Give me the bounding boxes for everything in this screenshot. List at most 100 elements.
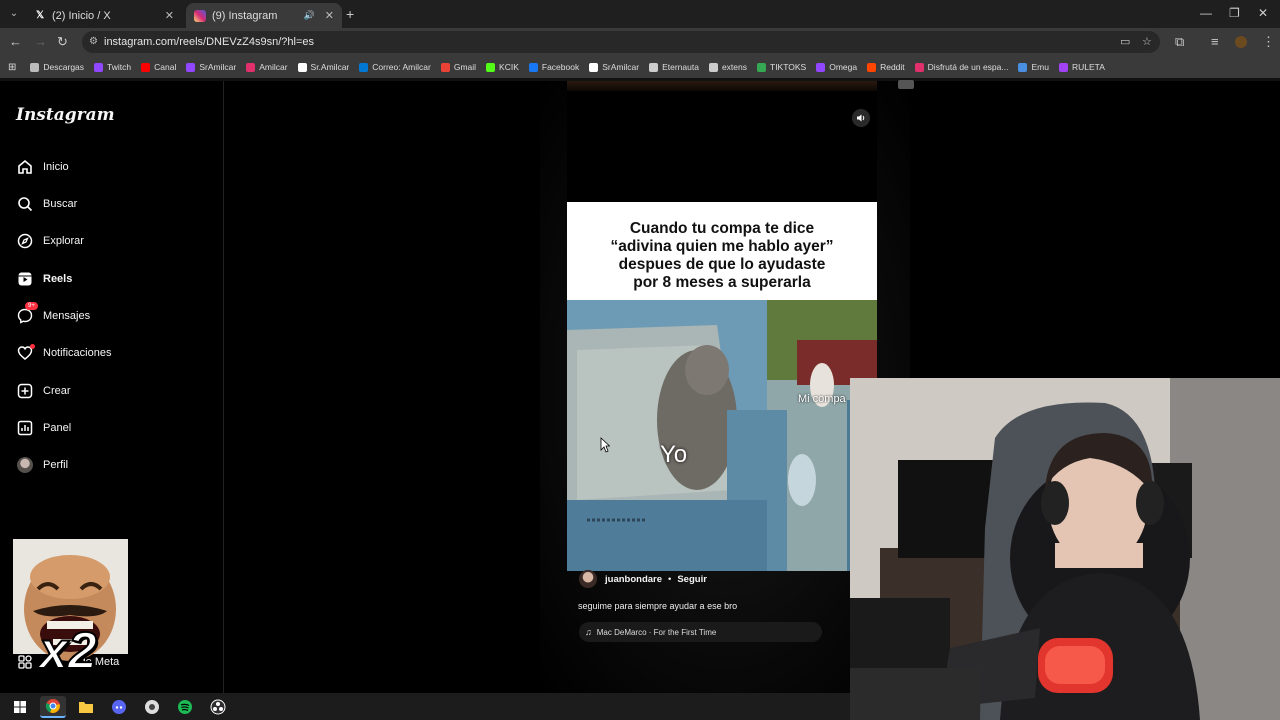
url-text: instagram.com/reels/DNEVzZ4s9sn/?hl=es xyxy=(104,36,314,48)
bookmark-item[interactable]: TIKTOKS xyxy=(757,62,806,72)
search-icon xyxy=(16,195,34,213)
nav-label: Mensajes xyxy=(43,310,91,322)
reel-author-row: juanbondare • Seguir xyxy=(579,570,707,588)
bookmark-item[interactable]: RULETA xyxy=(1058,62,1105,72)
tab-search-chevron-icon[interactable]: ⌄ xyxy=(6,6,22,22)
chrome-taskbar-icon[interactable] xyxy=(40,695,66,718)
overlay-label-yo: Yo xyxy=(660,441,688,468)
tab-label: (9) Instagram xyxy=(212,9,278,22)
bookmark-item[interactable]: SrAmilcar xyxy=(186,62,236,72)
tab-label: (2) Inicio / X xyxy=(52,9,111,22)
bookmark-item[interactable]: KCIK xyxy=(486,62,519,72)
bookmark-favicon-icon xyxy=(708,62,718,72)
bookmark-item[interactable]: Disfrutá de un espa... xyxy=(914,62,1008,72)
instagram-icon xyxy=(194,9,206,22)
nav-panel[interactable]: Panel xyxy=(16,418,71,438)
messenger-icon: 9+ xyxy=(16,302,38,325)
bookmark-star-icon[interactable]: ☆ xyxy=(1142,35,1152,48)
bookmark-item[interactable]: Sr.Amilcar xyxy=(297,62,350,72)
bookmark-label: Omega xyxy=(829,62,858,72)
bookmark-label: SrAmilcar xyxy=(602,62,640,72)
nav-notificaciones[interactable]: Notificaciones xyxy=(16,343,111,363)
bookmark-favicon-icon xyxy=(589,62,599,72)
bookmark-label: Descargas xyxy=(43,62,85,72)
nav-perfil[interactable]: Perfil xyxy=(16,455,68,475)
extensions-icon[interactable]: ⧉ xyxy=(1175,34,1184,50)
bookmark-label: RULETA xyxy=(1071,62,1105,72)
streamer-webcam xyxy=(850,378,1280,720)
close-window-icon[interactable]: ✕ xyxy=(1258,6,1268,20)
volume-icon[interactable] xyxy=(852,109,870,127)
spotify-icon[interactable] xyxy=(172,696,198,718)
nav-buscar[interactable]: Buscar xyxy=(16,194,77,214)
mouse-cursor-icon xyxy=(600,437,611,458)
address-bar[interactable]: ⚙ instagram.com/reels/DNEVzZ4s9sn/?hl=es… xyxy=(82,31,1160,53)
bookmark-item[interactable]: Amilcar xyxy=(246,62,288,72)
tab-instagram[interactable]: (9) Instagram 🔊 ✕ xyxy=(186,3,342,28)
kebab-menu-icon[interactable]: ⋮ xyxy=(1262,34,1275,50)
bookmark-item[interactable]: Emu xyxy=(1018,62,1049,72)
bookmark-favicon-icon xyxy=(246,62,256,72)
file-explorer-icon[interactable] xyxy=(73,696,99,718)
bookmark-item[interactable]: Descargas xyxy=(30,62,84,72)
reel-video[interactable]: Cuando tu compa te dice “adivina quien m… xyxy=(567,81,877,571)
nav-label: Panel xyxy=(43,422,72,434)
unread-badge: 9+ xyxy=(25,302,38,310)
nav-explorar[interactable]: Explorar xyxy=(16,231,84,251)
nav-label: Perfil xyxy=(43,459,69,471)
bookmark-item[interactable]: Reddit xyxy=(867,62,905,72)
nav-mensajes[interactable]: 9+ Mensajes xyxy=(16,302,91,326)
home-icon xyxy=(16,158,34,176)
bookmark-item[interactable]: Facebook xyxy=(528,62,579,72)
author-avatar[interactable] xyxy=(579,570,597,588)
bookmark-item[interactable]: Twitch xyxy=(94,62,131,72)
bookmark-favicon-icon xyxy=(867,62,877,72)
bookmark-item[interactable]: Omega xyxy=(816,62,857,72)
bookmark-item[interactable]: Canal xyxy=(141,62,176,72)
nav-label: Notificaciones xyxy=(43,347,112,359)
bookmark-label: SrAmilcar xyxy=(199,62,237,72)
instagram-logo[interactable]: Instagram xyxy=(16,105,115,125)
minimize-icon[interactable]: — xyxy=(1200,6,1212,20)
new-tab-button[interactable]: + xyxy=(346,6,354,22)
bookmark-item[interactable]: Gmail xyxy=(440,62,476,72)
compass-icon xyxy=(16,232,34,250)
close-tab-icon[interactable]: ✕ xyxy=(165,9,174,22)
follow-button[interactable]: Seguir xyxy=(677,574,707,585)
reload-icon[interactable]: ↻ xyxy=(57,34,68,50)
bookmark-favicon-icon xyxy=(816,62,826,72)
browser-tab-bar: ⌄ 𝕏 (2) Inicio / X ✕ (9) Instagram 🔊 ✕ +… xyxy=(0,0,1280,28)
author-username[interactable]: juanbondare xyxy=(605,574,662,585)
bookmark-item[interactable]: Eternauta xyxy=(649,62,699,72)
media-control-icon[interactable]: ≡ xyxy=(1211,34,1219,49)
discord-icon[interactable] xyxy=(106,696,132,718)
restore-icon[interactable]: ❐ xyxy=(1229,6,1240,20)
tab-x[interactable]: 𝕏 (2) Inicio / X ✕ xyxy=(26,3,182,28)
nav-reels[interactable]: Reels xyxy=(16,269,72,289)
previous-reel-edge xyxy=(567,81,877,91)
back-icon[interactable]: ← xyxy=(9,34,22,49)
bookmark-item[interactable]: Correo: Amilcar xyxy=(359,62,431,72)
obs-studio-icon[interactable] xyxy=(205,696,231,718)
site-info-icon[interactable]: ⚙ xyxy=(89,36,98,47)
nav-label: Explorar xyxy=(43,235,84,247)
close-tab-icon[interactable]: ✕ xyxy=(325,9,334,22)
bookmark-label: extens xyxy=(721,62,747,72)
windows-start-icon[interactable] xyxy=(7,696,33,718)
apps-grid-icon[interactable]: ⊞ xyxy=(8,62,16,73)
overlay-label-micompa: Mi compa xyxy=(798,393,846,405)
music-pill[interactable]: ♫ Mac DeMarco · For the First Time xyxy=(579,622,822,642)
bookmark-item[interactable]: extens xyxy=(708,62,747,72)
obs-app-icon[interactable] xyxy=(139,696,165,718)
bookmark-label: Sr.Amilcar xyxy=(310,62,350,72)
forward-icon[interactable]: → xyxy=(34,34,47,49)
bookmark-favicon-icon xyxy=(1058,62,1068,72)
profile-avatar-icon[interactable] xyxy=(1235,36,1247,48)
install-app-icon[interactable]: ▭ xyxy=(1120,35,1130,48)
nav-inicio[interactable]: Inicio xyxy=(16,157,69,177)
nav-crear[interactable]: Crear xyxy=(16,381,71,401)
bookmark-label: Amilcar xyxy=(259,62,288,72)
speaker-icon[interactable]: 🔊 xyxy=(304,10,315,21)
reel-description: seguime para siempre ayudar a ese bro xyxy=(578,601,738,611)
bookmark-item[interactable]: SrAmilcar xyxy=(589,62,639,72)
